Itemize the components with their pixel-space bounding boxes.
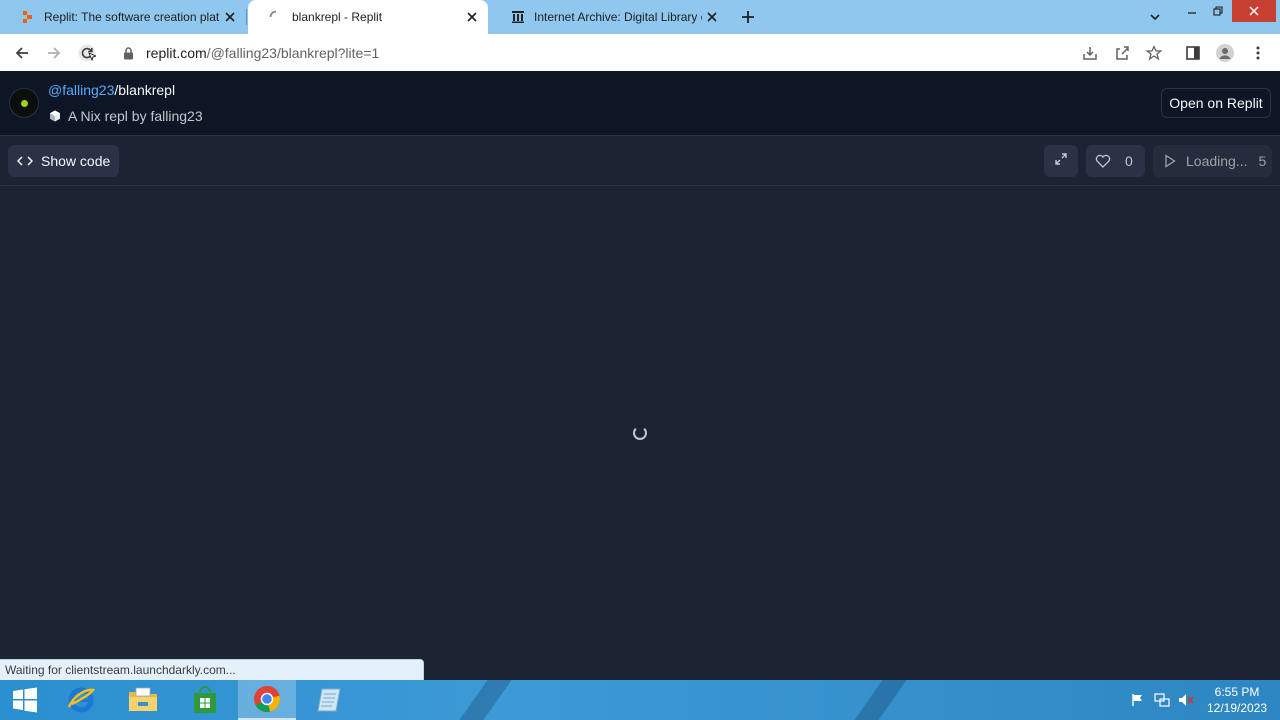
internet-archive-favicon (510, 9, 526, 25)
taskbar-clock[interactable]: 6:55 PM 12/19/2023 (1200, 684, 1274, 716)
avatar-dot (20, 99, 28, 107)
clock-time: 6:55 PM (1214, 685, 1260, 699)
open-on-replit-button[interactable]: Open on Replit (1161, 88, 1271, 118)
tab-title: Replit: The software creation plat (44, 10, 220, 24)
loading-spinner-icon (268, 9, 284, 25)
close-tab-icon[interactable] (462, 7, 482, 27)
internet-explorer-icon[interactable] (52, 680, 110, 720)
repl-name[interactable]: blankrepl (118, 82, 175, 98)
tab-search-chevron-down-icon[interactable] (1144, 6, 1166, 28)
replit-favicon (20, 9, 36, 25)
chrome-icon[interactable] (238, 680, 296, 720)
close-tab-icon[interactable] (220, 7, 240, 27)
url-path: /@falling23/blankrepl?lite=1 (206, 45, 380, 61)
tab-strip: Replit: The software creation plat blank… (0, 0, 1280, 34)
run-label: Loading... (1186, 153, 1248, 169)
nix-icon (48, 109, 62, 123)
expand-arrows-icon (1054, 152, 1068, 171)
like-button[interactable]: 0 (1086, 145, 1145, 177)
bookmark-star-icon[interactable] (1141, 40, 1167, 66)
close-tab-icon[interactable] (702, 7, 722, 27)
repl-action-bar: Show code 0 Loading... 5 (0, 137, 1280, 186)
repl-description-text: A Nix repl by falling23 (68, 108, 203, 124)
volume-muted-icon[interactable] (1176, 690, 1196, 710)
repl-owner-link[interactable]: @falling23 (48, 82, 114, 98)
restore-window-icon[interactable] (1204, 0, 1232, 22)
tab-divider (246, 9, 247, 25)
expand-fullscreen-button[interactable] (1044, 145, 1078, 177)
repl-header: @falling23/blankrepl A Nix repl by falli… (0, 71, 1280, 136)
browser-toolbar: replit.com/@falling23/blankrepl?lite=1 (0, 34, 1280, 71)
close-window-icon[interactable] (1232, 0, 1276, 22)
loading-spinner-icon (633, 426, 647, 440)
windows-taskbar: 6:55 PM 12/19/2023 (0, 680, 1280, 720)
notepad-icon[interactable] (300, 680, 358, 720)
browser-status-bubble: Waiting for clientstream.launchdarkly.co… (0, 659, 424, 680)
tab-replit-home[interactable]: Replit: The software creation plat (0, 0, 246, 34)
menu-kebab-icon[interactable] (1245, 40, 1271, 66)
tab-title: blankrepl - Replit (292, 10, 383, 24)
minimize-window-icon[interactable] (1178, 0, 1206, 22)
taskbar-decoration (448, 680, 516, 720)
file-explorer-icon[interactable] (114, 680, 172, 720)
profile-avatar-icon[interactable] (1212, 40, 1238, 66)
heart-icon (1095, 153, 1111, 169)
run-button[interactable]: Loading... 5 (1153, 145, 1272, 177)
avatar[interactable] (9, 88, 39, 118)
reload-icon[interactable] (74, 40, 100, 66)
back-arrow-icon[interactable] (9, 40, 35, 66)
action-center-flag-icon[interactable] (1128, 690, 1148, 710)
show-code-label: Show code (41, 153, 111, 169)
code-brackets-icon (17, 153, 33, 169)
taskbar-decoration (843, 680, 911, 720)
side-panel-icon[interactable] (1180, 40, 1206, 66)
new-tab-button[interactable] (736, 5, 760, 29)
lock-icon[interactable] (120, 45, 136, 61)
share-icon[interactable] (1109, 40, 1135, 66)
store-icon[interactable] (176, 680, 234, 720)
play-icon (1162, 153, 1178, 169)
forward-arrow-icon[interactable] (41, 40, 67, 66)
repl-output-area (0, 187, 1280, 680)
like-count: 0 (1125, 153, 1133, 169)
tab-internet-archive[interactable]: Internet Archive: Digital Library o (490, 0, 728, 34)
tab-blankrepl[interactable]: blankrepl - Replit (248, 0, 488, 34)
clock-date: 12/19/2023 (1206, 701, 1268, 715)
windows-start-button[interactable] (0, 680, 50, 720)
run-count: 5 (1258, 153, 1267, 169)
url-host: replit.com (146, 45, 207, 61)
repl-description: A Nix repl by falling23 (48, 107, 203, 125)
show-code-button[interactable]: Show code (8, 145, 119, 177)
install-app-icon[interactable] (1077, 40, 1103, 66)
network-icon[interactable] (1152, 690, 1172, 710)
tab-title: Internet Archive: Digital Library o (534, 10, 702, 24)
repl-title: @falling23/blankrepl (48, 82, 175, 98)
url-text: replit.com/@falling23/blankrepl?lite=1 (146, 45, 379, 61)
address-bar[interactable]: replit.com/@falling23/blankrepl?lite=1 (108, 39, 1074, 67)
